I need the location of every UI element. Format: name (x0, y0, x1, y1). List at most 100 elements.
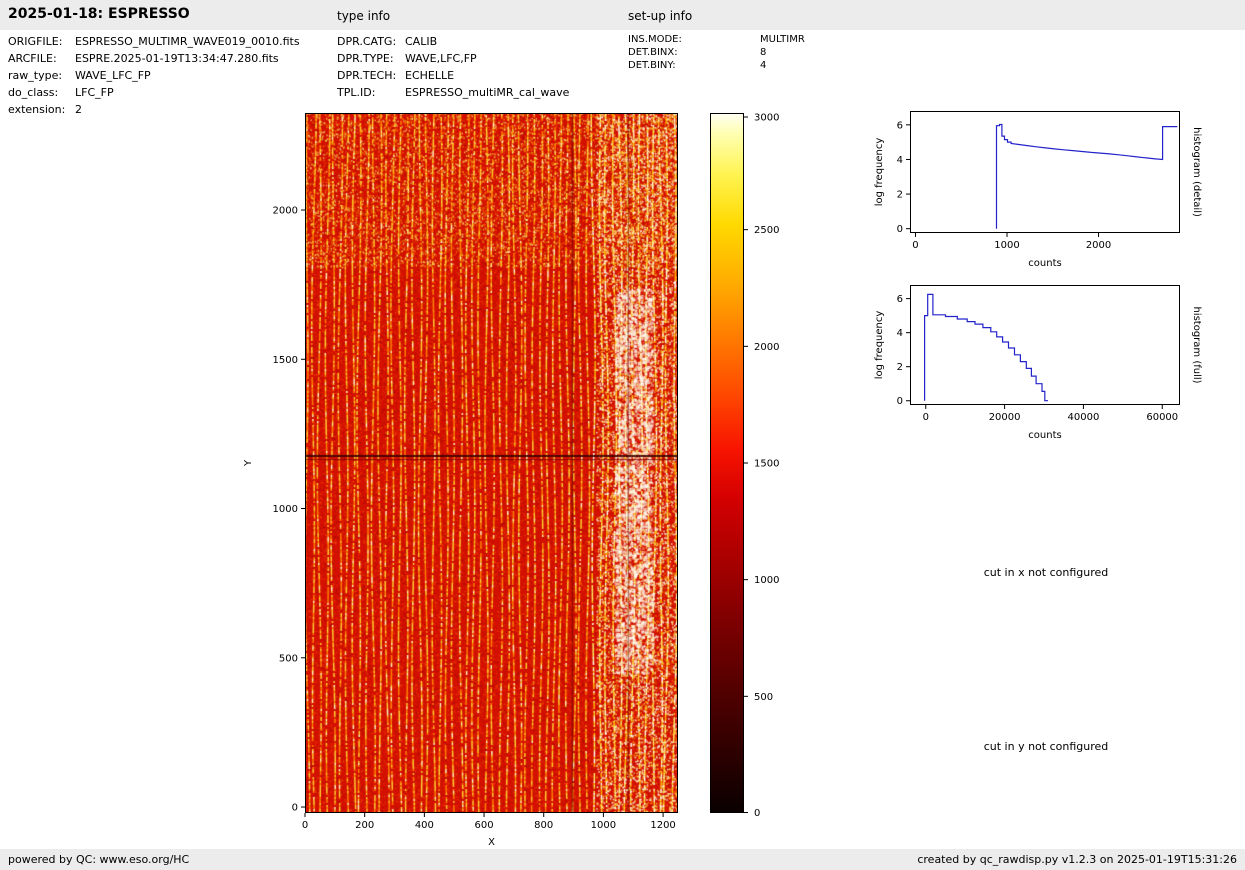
meta-value: ESPRE.2025-01-19T13:34:47.280.fits (75, 52, 279, 65)
x-tick-label: 20000 (989, 412, 1021, 423)
histogram-line (997, 125, 1178, 229)
type-info-panel: DPR.CATG:CALIB DPR.TYPE:WAVE,LFC,FP DPR.… (337, 35, 569, 103)
x-tick-label: 1000 (591, 820, 616, 831)
meta-value: WAVE,LFC,FP (405, 52, 477, 65)
meta-value: WAVE_LFC_FP (75, 69, 151, 82)
x-tick-label: 400 (415, 820, 434, 831)
meta-row-dprtype: DPR.TYPE:WAVE,LFC,FP (337, 52, 569, 69)
raw-image-plot: 0200400600800100012000500100015002000XY (305, 113, 678, 813)
meta-row-origfile: ORIGFILE:ESPRESSO_MULTIMR_WAVE019_0010.f… (8, 35, 300, 52)
page-title: 2025-01-18: ESPRESSO (8, 6, 190, 22)
setup-info-panel: INS.MODE:MULTIMR DET.BINX:8 DET.BINY:4 (628, 34, 805, 73)
x-tick-label: 200 (355, 820, 374, 831)
plot-border (911, 112, 1180, 233)
meta-row-dprcatg: DPR.CATG:CALIB (337, 35, 569, 52)
header-bar: 2025-01-18: ESPRESSO type info set-up in… (0, 0, 1245, 30)
cut-x-note: cut in x not configured (910, 566, 1182, 579)
x-axis-label: X (488, 837, 495, 848)
meta-value: MULTIMR (760, 34, 805, 45)
x-tick-label: 1200 (650, 820, 675, 831)
y-tick-label: 6 (897, 294, 903, 305)
colorbar-tick-label: 2000 (754, 342, 779, 353)
colorbar-border (711, 114, 744, 813)
footer-powered-by: powered by QC: www.eso.org/HC (8, 853, 189, 866)
y-tick-label: 2000 (273, 206, 298, 217)
meta-row-arcfile: ARCFILE:ESPRE.2025-01-19T13:34:47.280.fi… (8, 52, 300, 69)
meta-label: extension: (8, 103, 75, 116)
y-tick-label: 6 (897, 120, 903, 131)
setup-info-label: set-up info (628, 9, 692, 23)
x-tick-label: 1000 (994, 240, 1019, 251)
right-axis-label: histogram (detail) (1191, 127, 1202, 217)
y-tick-label: 0 (897, 224, 903, 235)
y-tick-label: 2 (897, 190, 903, 201)
y-tick-label: 500 (279, 653, 298, 664)
colorbar-tick-label: 1000 (754, 575, 779, 586)
cut-y-note: cut in y not configured (910, 740, 1182, 753)
y-tick-label: 4 (897, 328, 903, 339)
plot-border (911, 286, 1180, 405)
x-tick-label: 2000 (1086, 240, 1111, 251)
meta-value: 2 (75, 103, 82, 116)
meta-label: DPR.TECH: (337, 69, 405, 82)
x-tick-label: 0 (923, 412, 929, 423)
meta-label: TPL.ID: (337, 86, 405, 99)
y-tick-label: 1000 (273, 504, 298, 515)
colorbar-axes: 050010001500200025003000 (710, 113, 744, 813)
meta-label: DPR.CATG: (337, 35, 405, 48)
footer-created-by: created by qc_rawdisp.py v1.2.3 on 2025-… (917, 853, 1237, 866)
meta-row-detbiny: DET.BINY:4 (628, 60, 805, 73)
y-tick-label: 0 (292, 803, 298, 814)
y-tick-label: 2 (897, 362, 903, 373)
meta-row-doclass: do_class:LFC_FP (8, 86, 300, 103)
y-tick-label: 4 (897, 155, 903, 166)
file-info-panel: ORIGFILE:ESPRESSO_MULTIMR_WAVE019_0010.f… (8, 35, 300, 120)
plot-border (306, 114, 678, 813)
meta-label: raw_type: (8, 69, 75, 82)
x-tick-label: 40000 (1068, 412, 1100, 423)
meta-value: ESPRESSO_multiMR_cal_wave (405, 86, 569, 99)
meta-value: 4 (760, 60, 766, 71)
meta-label: do_class: (8, 86, 75, 99)
footer-bar: powered by QC: www.eso.org/HC created by… (0, 849, 1245, 870)
colorbar-tick-label: 2500 (754, 225, 779, 236)
histogram-line (925, 294, 1048, 400)
qc-report-page: 2025-01-18: ESPRESSO type info set-up in… (0, 0, 1245, 870)
meta-value: CALIB (405, 35, 437, 48)
meta-label: INS.MODE: (628, 34, 760, 45)
colorbar-tick-label: 1500 (754, 459, 779, 470)
y-axis-label: log frequency (874, 138, 885, 207)
y-tick-label: 1500 (273, 355, 298, 366)
meta-label: DET.BINX: (628, 47, 760, 58)
meta-row-extension: extension:2 (8, 103, 300, 120)
meta-label: DET.BINY: (628, 60, 760, 71)
meta-row-tplid: TPL.ID:ESPRESSO_multiMR_cal_wave (337, 86, 569, 103)
histogram-detail-plot: 0100020000246countslog frequencyhistogra… (910, 111, 1180, 233)
meta-value: LFC_FP (75, 86, 114, 99)
meta-row-rawtype: raw_type:WAVE_LFC_FP (8, 69, 300, 86)
x-axis-label: counts (1028, 258, 1061, 269)
y-axis-label: Y (243, 459, 254, 467)
x-axis-label: counts (1028, 430, 1061, 441)
histogram-full-plot: 02000040000600000246countslog frequencyh… (910, 285, 1180, 405)
y-axis-label: log frequency (874, 311, 885, 380)
meta-label: ORIGFILE: (8, 35, 75, 48)
colorbar-tick-label: 500 (754, 692, 773, 703)
meta-row-dprtech: DPR.TECH:ECHELLE (337, 69, 569, 86)
meta-row-detbinx: DET.BINX:8 (628, 47, 805, 60)
meta-value: ECHELLE (405, 69, 454, 82)
y-tick-label: 0 (897, 396, 903, 407)
meta-label: DPR.TYPE: (337, 52, 405, 65)
colorbar-tick-label: 3000 (754, 113, 779, 124)
x-tick-label: 600 (474, 820, 493, 831)
raw-image-axes: 0200400600800100012000500100015002000XY (305, 113, 678, 813)
colorbar-tick-label: 0 (754, 808, 760, 819)
meta-label: ARCFILE: (8, 52, 75, 65)
x-tick-label: 60000 (1146, 412, 1178, 423)
x-tick-label: 0 (302, 820, 308, 831)
meta-value: 8 (760, 47, 766, 58)
x-tick-label: 800 (534, 820, 553, 831)
type-info-label: type info (337, 9, 390, 23)
meta-value: ESPRESSO_MULTIMR_WAVE019_0010.fits (75, 35, 300, 48)
x-tick-label: 0 (912, 240, 918, 251)
